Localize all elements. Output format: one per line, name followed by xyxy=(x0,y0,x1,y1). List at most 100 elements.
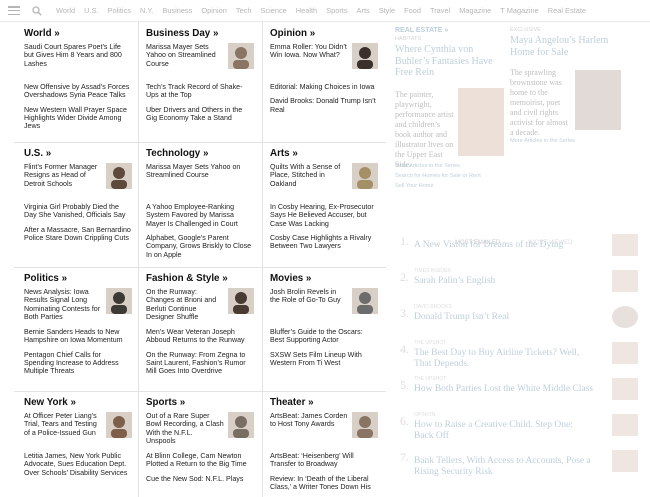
list-item-title[interactable]: The Best Day to Buy Airline Tickets? Wel… xyxy=(414,348,594,370)
search-icon[interactable] xyxy=(32,5,42,16)
headline-link[interactable]: Saudi Court Spares Poet’s Life but Gives… xyxy=(24,43,132,77)
hamburger-menu-icon[interactable] xyxy=(8,6,20,15)
nav-link[interactable]: Real Estate xyxy=(548,6,586,15)
section-title[interactable]: New York » xyxy=(24,397,132,408)
headline-link[interactable]: Virginia Girl Probably Died the Day She … xyxy=(24,203,132,220)
nav-link[interactable]: Sports xyxy=(326,6,347,15)
nav-link[interactable]: Food xyxy=(404,6,421,15)
list-item[interactable]: 1. A New Vision for Dreams of the Dying xyxy=(400,232,640,268)
headline-link[interactable]: Editorial: Making Choices in Iowa xyxy=(270,83,378,91)
series-link[interactable]: More Articles in the Series xyxy=(395,162,481,172)
headline-link[interactable]: Quilts With a Sense of Place, Stitched i… xyxy=(270,163,378,197)
list-item[interactable]: 2. TIMES INSIDER Sarah Palin’s English xyxy=(400,268,640,304)
nav-link[interactable]: U.S. xyxy=(84,6,98,15)
section-title[interactable]: Arts » xyxy=(270,148,378,159)
marissa-mayer-photo-icon[interactable] xyxy=(228,43,254,69)
rank-number: 3. xyxy=(400,306,409,320)
nav-link[interactable]: Opinion xyxy=(201,6,226,15)
search-homes-link[interactable]: Search for Homes for Sale or Rent xyxy=(395,172,481,182)
list-item[interactable]: 5. THE UPSHOT How Both Parties Lost the Wh… xyxy=(400,376,640,412)
section-title[interactable]: Politics » xyxy=(24,273,132,284)
josh-brolin-photo-icon[interactable] xyxy=(352,288,378,314)
headline-link[interactable]: Letitia James, New York Public Advocate,… xyxy=(24,452,132,477)
section-title[interactable]: Fashion & Style » xyxy=(146,273,254,284)
section-title[interactable]: Business Day » xyxy=(146,28,254,39)
headline-link[interactable]: Emma Roller: You Didn’t Win Iowa. Now Wh… xyxy=(270,43,378,77)
row-divider xyxy=(14,267,386,268)
headline-link[interactable]: Bluffer’s Guide to the Oscars: Best Supp… xyxy=(270,328,378,345)
tab-most-emailed[interactable]: MOST EMAILED xyxy=(455,240,500,246)
headline-link[interactable]: Out of a Rare Super Bowl Recording, a Cl… xyxy=(146,412,254,446)
series-link[interactable]: More Articles in the Series xyxy=(510,138,575,144)
headline-link[interactable]: ArtsBeat: James Corden to Host Tony Awar… xyxy=(270,412,378,446)
iowa-caucus-photo-icon[interactable] xyxy=(106,288,132,314)
list-item[interactable]: 3. DAVID BROOKS Donald Trump Isn’t Real xyxy=(400,304,640,340)
section-title[interactable]: U.S. » xyxy=(24,148,132,159)
nav-link[interactable]: Business xyxy=(162,6,192,15)
row-divider xyxy=(14,142,386,143)
headline-link[interactable]: On the Runway: Changes at Brioni and Ber… xyxy=(146,288,254,322)
headline-link[interactable]: Pentagon Chief Calls for Spending Increa… xyxy=(24,351,132,376)
list-item-title[interactable]: How to Raise a Creative Child. Step One:… xyxy=(414,420,594,442)
headline-link[interactable]: Cosby Case Highlights a Rivalry Between … xyxy=(270,234,378,251)
headline-link[interactable]: A Yahoo Employee-Ranking System Favored … xyxy=(146,203,254,228)
nav-link[interactable]: Style xyxy=(379,6,395,15)
tab-most-viewed[interactable]: MOST VIEWED xyxy=(530,240,573,246)
headline-link[interactable]: ArtsBeat: ‘Heisenberg’ Will Transfer to … xyxy=(270,452,378,469)
nav-link[interactable]: Politics xyxy=(108,6,131,15)
nav-link[interactable]: T Magazine xyxy=(500,6,538,15)
headline-link[interactable]: On the Runway: From Zegna to Saint Laure… xyxy=(146,351,254,376)
nfl-player-photo-icon[interactable] xyxy=(228,412,254,438)
list-item-title[interactable]: Sarah Palin’s English xyxy=(414,276,594,287)
nav-link[interactable]: Health xyxy=(296,6,317,15)
headline-link[interactable]: New Western Wall Prayer Space Highlights… xyxy=(24,106,132,131)
headline-link[interactable]: David Brooks: Donald Trump Isn’t Real xyxy=(270,97,378,114)
james-corden-photo-icon[interactable] xyxy=(352,412,378,438)
headline-link[interactable]: Tech’s Track Record of Shake-Ups at the … xyxy=(146,83,254,100)
sell-home-link[interactable]: Sell Your Home xyxy=(395,182,481,192)
emma-roller-photo-icon[interactable] xyxy=(352,43,378,69)
nav-link[interactable]: Arts xyxy=(357,6,370,15)
headline-link[interactable]: Bernie Sanders Heads to New Hampshire on… xyxy=(24,328,132,345)
headline-link[interactable]: Marissa Mayer Sets Yahoo on Streamlined … xyxy=(146,43,254,77)
nav-link[interactable]: Tech xyxy=(236,6,252,15)
most-popular-tabs: MOST EMAILED MOST VIEWED xyxy=(455,240,572,246)
headline-link[interactable]: Alphabet, Google’s Parent Company, Grows… xyxy=(146,234,254,259)
headline-link[interactable]: In Cosby Hearing, Ex-Prosecutor Says He … xyxy=(270,203,378,228)
section-title[interactable]: Technology » xyxy=(146,148,254,159)
nav-link[interactable]: World xyxy=(56,6,75,15)
list-item-title[interactable]: Bank Tellers, With Access to Accounts, P… xyxy=(414,456,594,478)
list-item-title[interactable]: A New Vision for Dreams of the Dying xyxy=(414,240,594,251)
section-title[interactable]: Opinion » xyxy=(270,28,378,39)
runway-photo-icon[interactable] xyxy=(228,288,254,314)
list-item[interactable]: 7. Bank Tellers, With Access to Accounts,… xyxy=(400,448,640,484)
handgun-photo-icon[interactable] xyxy=(106,412,132,438)
quilt-photo-icon[interactable] xyxy=(352,163,378,189)
flint-manager-photo-icon[interactable] xyxy=(106,163,132,189)
headline-link[interactable]: Cue the New Sod: N.F.L. Plays xyxy=(146,475,254,483)
headline-link[interactable]: New Offensive by Assad’s Forces Overshad… xyxy=(24,83,132,100)
list-item-title[interactable]: Donald Trump Isn’t Real xyxy=(414,312,594,323)
headline-link[interactable]: Men’s Wear Veteran Joseph Abboud Returns… xyxy=(146,328,254,345)
headline-link[interactable]: Flint’s Former Manager Resigns as Head o… xyxy=(24,163,132,197)
list-item-title[interactable]: How Both Parties Lost the White Middle C… xyxy=(414,384,594,395)
headline-link[interactable]: Review: In ‘Death of the Liberal Class,’… xyxy=(270,475,378,492)
headline-link[interactable]: SXSW Sets Film Lineup With Western From … xyxy=(270,351,378,368)
section-title[interactable]: Movies » xyxy=(270,273,378,284)
headline-link[interactable]: Josh Brolin Revels in the Role of Go-To … xyxy=(270,288,378,322)
headline-link[interactable]: News Analysis: Iowa Results Signal Long … xyxy=(24,288,132,322)
nav-link[interactable]: N.Y. xyxy=(140,6,153,15)
section-title[interactable]: World » xyxy=(24,28,132,39)
nav-link[interactable]: Magazine xyxy=(459,6,491,15)
list-item[interactable]: 6. OPINION How to Raise a Creative Child. … xyxy=(400,412,640,448)
section-title[interactable]: Theater » xyxy=(270,397,378,408)
nav-link[interactable]: Science xyxy=(261,6,287,15)
section-title[interactable]: Sports » xyxy=(146,397,254,408)
headline-link[interactable]: Marissa Mayer Sets Yahoo on Streamlined … xyxy=(146,163,254,197)
headline-link[interactable]: After a Massacre, San Bernardino Police … xyxy=(24,226,132,243)
headline-link[interactable]: At Officer Peter Liang’s Trial, Tears an… xyxy=(24,412,132,446)
headline-link[interactable]: At Blinn College, Cam Newton Plotted a R… xyxy=(146,452,254,469)
nav-link[interactable]: Travel xyxy=(430,6,450,15)
list-item[interactable]: 4. THE UPSHOT The Best Day to Buy Airline … xyxy=(400,340,640,376)
headline-link[interactable]: Uber Drivers and Others in the Gig Econo… xyxy=(146,106,254,123)
